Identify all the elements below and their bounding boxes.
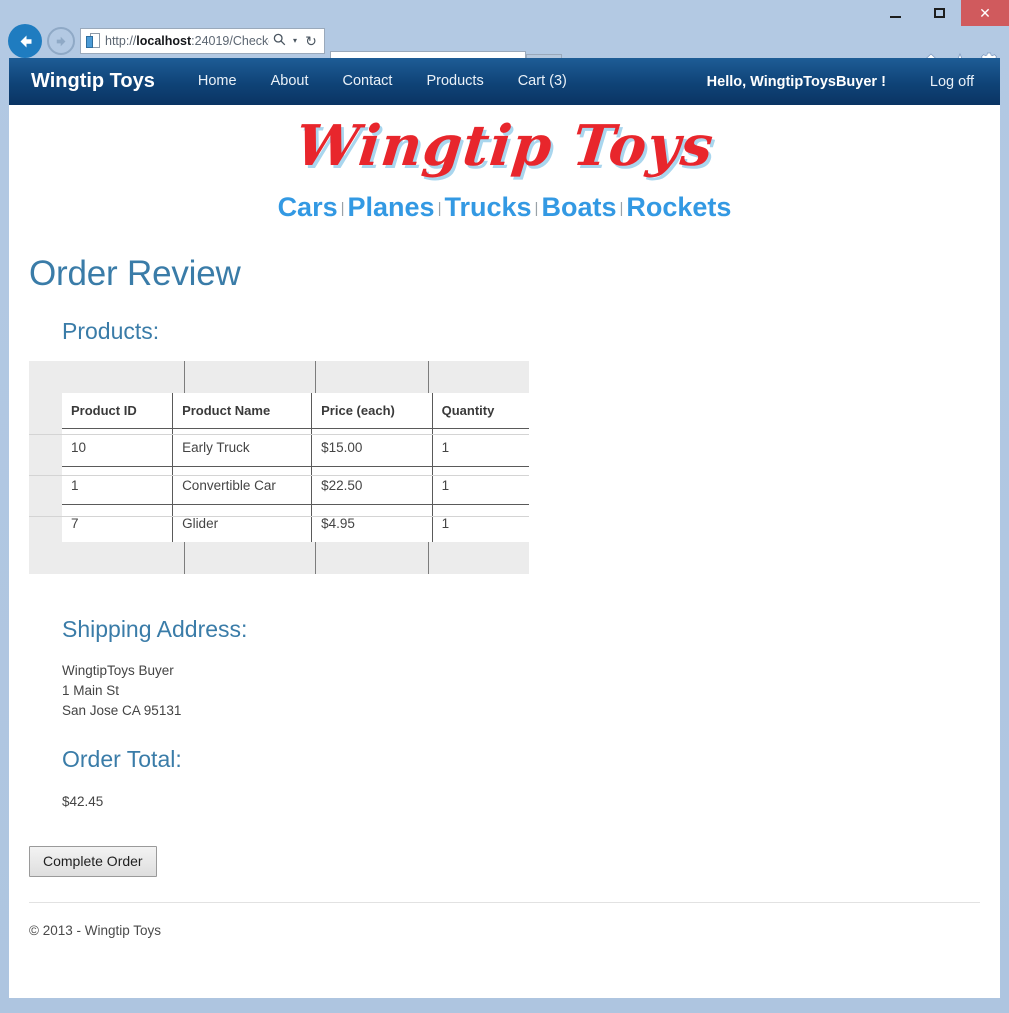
table-row: 7 Glider $4.95 1 (62, 504, 529, 542)
cell-product-name: Glider (172, 504, 313, 542)
logo-block: Wingtip Toys (29, 105, 980, 179)
menu-item-about: About (254, 58, 326, 105)
table-header-row: Product ID Product Name Price (each) Qua… (62, 392, 529, 429)
complete-order-button[interactable]: Complete Order (29, 846, 157, 878)
main-menu: Home About Contact Products Cart (3) (181, 58, 584, 105)
category-nav: Cars | Planes | Trucks | Boats | Rockets (29, 176, 980, 227)
menu-item-home: Home (181, 58, 254, 105)
address-bar[interactable]: http://localhost:24019/Checkou ▾ ↻ (80, 28, 325, 54)
order-total-amount: $42.45 (62, 794, 104, 810)
shipping-name: WingtipToys Buyer (62, 663, 174, 679)
menu-item-cart: Cart (3) (501, 58, 584, 105)
cell-product-id: 7 (62, 504, 174, 542)
category-link-planes[interactable]: Planes (348, 192, 435, 222)
grid-column-rule (184, 360, 185, 393)
site-footer: © 2013 - Wingtip Toys (29, 903, 980, 938)
page-title: Order Review (29, 253, 241, 293)
url-host: localhost (136, 34, 192, 48)
shipping-street: 1 Main St (62, 683, 120, 699)
user-greeting-link[interactable]: Hello, WingtipToysBuyer ! (707, 74, 886, 90)
column-header-price: Price (each) (311, 392, 433, 429)
cell-quantity: 1 (441, 515, 450, 531)
grid-column-rule (315, 360, 316, 393)
shipping-city-state-zip: San Jose CA 95131 (62, 703, 182, 719)
category-link-trucks[interactable]: Trucks (444, 192, 531, 222)
column-header-quantity: Quantity (432, 392, 529, 429)
browser-window: ✕ http://localhost:24019/Checkou (0, 0, 1009, 1013)
order-total-block: $42.45 (62, 792, 980, 812)
grid-row-rule (29, 515, 529, 517)
column-header-product-id: Product ID (62, 392, 174, 429)
search-icon[interactable] (269, 29, 289, 53)
copyright-text: © 2013 - Wingtip Toys (29, 923, 162, 939)
category-separator: | (619, 199, 624, 217)
menu-item-products: Products (409, 58, 500, 105)
category-separator: | (437, 199, 442, 217)
nav-link-products[interactable]: Products (409, 58, 500, 105)
products-heading: Products: (62, 318, 160, 345)
back-button[interactable] (8, 24, 42, 58)
table-row: 1 Convertible Car $22.50 1 (62, 466, 529, 505)
site-brand-link[interactable]: Wingtip Toys (31, 70, 155, 93)
grid-column-rule (315, 541, 316, 574)
menu-item-contact: Contact (325, 58, 409, 105)
chevron-down-icon[interactable]: ▾ (289, 29, 301, 53)
category-link-rockets[interactable]: Rockets (626, 192, 731, 222)
site-navbar: Wingtip Toys Home About Contact Products… (9, 58, 1000, 105)
close-window-button[interactable]: ✕ (961, 0, 1009, 26)
grid-column-rule (428, 541, 429, 574)
cell-price: $4.95 (311, 504, 433, 542)
page-viewport: Wingtip Toys Home About Contact Products… (9, 58, 1000, 998)
shipping-address-heading: Shipping Address: (62, 615, 248, 642)
column-header-product-name: Product Name (172, 392, 313, 429)
category-separator: | (340, 199, 345, 217)
cell-product-name: Convertible Car (172, 466, 313, 505)
category-link-cars[interactable]: Cars (278, 192, 338, 222)
login-area: Hello, WingtipToysBuyer ! Log off (707, 74, 1000, 90)
maximize-icon (933, 8, 945, 18)
cell-price: $22.50 (311, 466, 433, 505)
shipping-address-block: WingtipToys Buyer 1 Main St San Jose CA … (62, 661, 980, 721)
back-arrow-icon (20, 35, 31, 47)
category-link-boats[interactable]: Boats (541, 192, 616, 222)
forward-arrow-icon (56, 36, 65, 46)
cell-quantity: 1 (432, 466, 529, 505)
window-controls: ✕ (873, 0, 1009, 26)
refresh-icon[interactable]: ↻ (301, 29, 321, 53)
nav-link-home[interactable]: Home (181, 58, 254, 105)
order-actions: Complete Order (29, 846, 980, 878)
url-path: :24019/Checkou (191, 34, 269, 48)
nav-link-about[interactable]: About (254, 58, 326, 105)
log-off-link[interactable]: Log off (930, 74, 974, 90)
order-total-heading: Order Total: (62, 746, 182, 773)
browser-chrome-row: http://localhost:24019/Checkou ▾ ↻ - Win… (0, 24, 1009, 82)
content-body: Wingtip Toys Cars | Planes | Trucks | Boats | Ro… (9, 105, 1000, 938)
page-favicon-icon (86, 33, 101, 49)
url-scheme: http:// (105, 34, 137, 48)
url-text: http://localhost:24019/Checkou (105, 29, 269, 53)
minimize-icon (889, 16, 901, 18)
nav-link-contact[interactable]: Contact (325, 58, 409, 105)
grid-row-rule (29, 433, 529, 435)
products-panel: Product ID Product Name Price (each) Qua… (29, 360, 529, 574)
products-table: Product ID Product Name Price (each) Qua… (62, 392, 529, 542)
grid-column-rule (428, 360, 429, 393)
nav-link-cart[interactable]: Cart (3) (501, 58, 584, 105)
cell-product-id: 1 (62, 466, 174, 505)
wingtip-toys-logo[interactable]: Wingtip Toys (292, 113, 716, 179)
category-separator: | (534, 199, 539, 217)
grid-column-rule (184, 541, 185, 574)
maximize-button[interactable] (917, 0, 961, 26)
grid-row-rule (29, 474, 529, 476)
forward-button[interactable] (47, 27, 75, 55)
